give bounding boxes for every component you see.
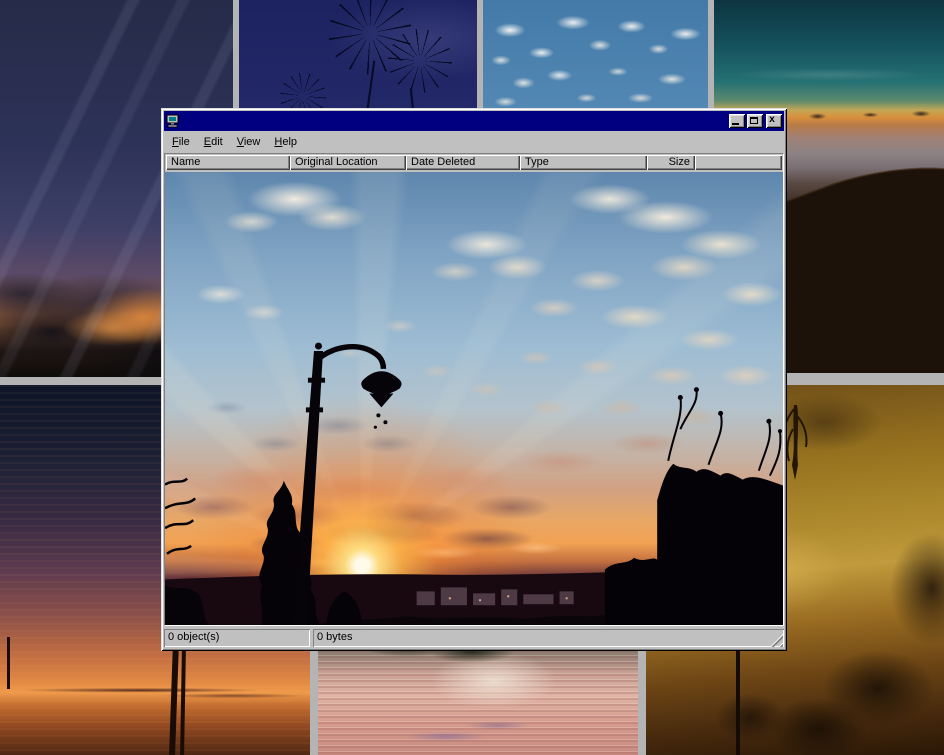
minimize-button[interactable] bbox=[729, 114, 745, 128]
window-titlebar[interactable]: x bbox=[164, 111, 784, 131]
column-header-size[interactable]: Size bbox=[647, 155, 695, 170]
status-objects-count: 0 object(s) bbox=[164, 629, 310, 647]
menu-edit[interactable]: Edit bbox=[197, 134, 230, 150]
computer-icon bbox=[166, 114, 180, 128]
recycle-bin-window: x File Edit View Help Name Original Loca… bbox=[161, 108, 787, 651]
status-bytes-count: 0 bytes bbox=[313, 629, 784, 647]
sea-pole-silhouette bbox=[169, 643, 179, 755]
minimize-icon bbox=[732, 123, 739, 125]
menu-file[interactable]: File bbox=[165, 134, 197, 150]
sea-pole-silhouette bbox=[180, 649, 186, 755]
column-header-name[interactable]: Name bbox=[166, 155, 290, 170]
sunset-photo[interactable] bbox=[165, 172, 783, 625]
menu-view[interactable]: View bbox=[230, 134, 268, 150]
status-bar: 0 object(s) 0 bytes bbox=[164, 628, 784, 648]
desktop-wallpaper: x File Edit View Help Name Original Loca… bbox=[0, 0, 944, 755]
maximize-button[interactable] bbox=[747, 114, 763, 128]
column-header-original-location[interactable]: Original Location bbox=[290, 155, 406, 170]
close-icon: x bbox=[769, 116, 775, 126]
menu-help[interactable]: Help bbox=[267, 134, 304, 150]
silhouettes-layer bbox=[165, 172, 783, 625]
sea-pole-silhouette bbox=[7, 637, 10, 689]
menu-bar: File Edit View Help bbox=[164, 131, 784, 152]
list-view-area[interactable]: Name Original Location Date Deleted Type… bbox=[164, 153, 784, 626]
column-header-filler bbox=[695, 155, 782, 170]
close-button[interactable]: x bbox=[766, 114, 782, 128]
maximize-icon bbox=[750, 117, 758, 124]
column-header-row: Name Original Location Date Deleted Type… bbox=[165, 154, 783, 172]
column-header-date-deleted[interactable]: Date Deleted bbox=[406, 155, 520, 170]
column-header-type[interactable]: Type bbox=[520, 155, 647, 170]
